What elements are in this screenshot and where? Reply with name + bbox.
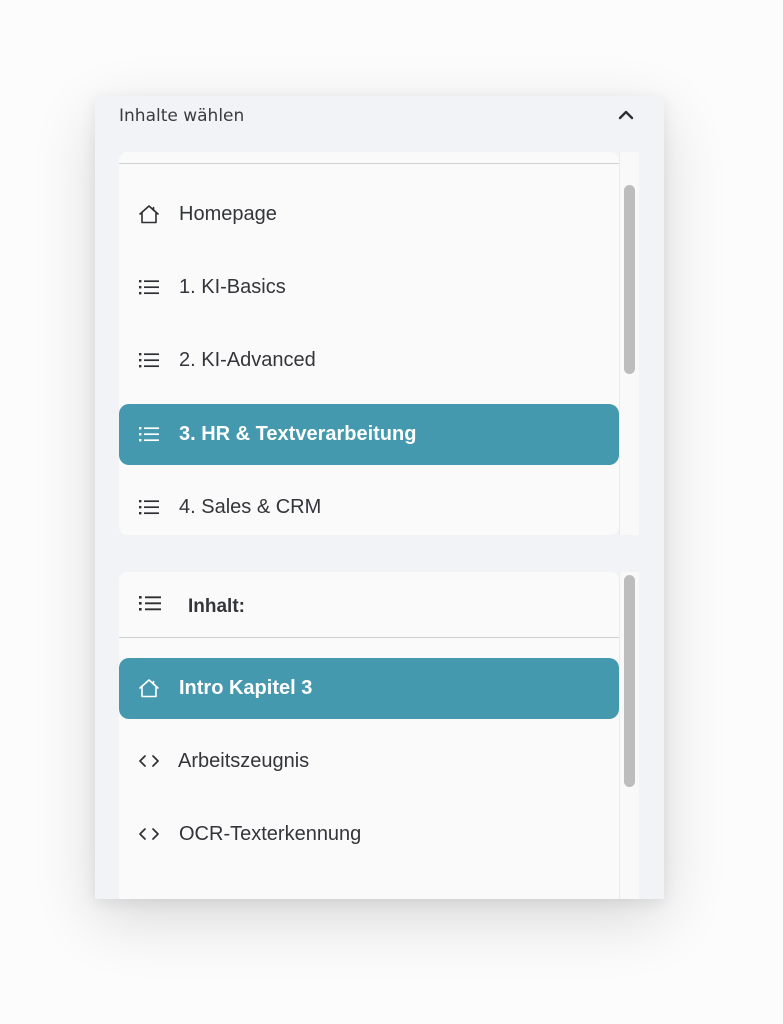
list-icon xyxy=(137,592,163,614)
nav-item-label: 1. KI-Basics xyxy=(179,276,286,298)
nav-item-label: 4. Sales & CRM xyxy=(179,496,322,518)
home-icon xyxy=(137,203,161,225)
nav-item-ki-basics[interactable]: 1. KI-Basics xyxy=(119,257,619,318)
content-item-label: OCR-Texterkennung xyxy=(179,823,362,845)
code-icon xyxy=(137,823,161,845)
list-icon xyxy=(137,423,161,445)
nav-item-label: 3. HR & Textverarbeitung xyxy=(179,423,417,445)
nav-item-label: 2. KI-Advanced xyxy=(179,349,316,371)
content-item-intro-kapitel-3[interactable]: Intro Kapitel 3 xyxy=(119,658,619,719)
contents-heading: Inhalt: xyxy=(119,572,619,636)
course-nav-scroll-thumb[interactable] xyxy=(624,185,635,374)
content-item-label: Arbeitszeugnis xyxy=(178,750,310,772)
nav-item-label: Homepage xyxy=(179,203,277,225)
divider xyxy=(119,163,619,164)
panel-header[interactable]: Inhalte wählen xyxy=(95,96,664,136)
contents-scroll-thumb[interactable] xyxy=(624,575,635,787)
panel-title: Inhalte wählen xyxy=(119,106,245,126)
nav-item-homepage[interactable]: Homepage xyxy=(119,184,619,245)
content-item-label: Intro Kapitel 3 xyxy=(179,677,313,699)
contents-list: Inhalt: Intro Kapitel 3 Arbeitszeugnis O… xyxy=(119,572,619,899)
course-nav-list: Homepage 1. KI-Basics 2. KI-Advanced 3. … xyxy=(119,152,619,535)
nav-item-hr-textverarbeitung[interactable]: 3. HR & Textverarbeitung xyxy=(119,404,619,465)
code-icon xyxy=(137,750,161,772)
chevron-up-icon xyxy=(618,110,634,120)
contents-heading-label: Inhalt: xyxy=(188,596,245,617)
content-selector-panel: Inhalte wählen Homepage 1. KI-Basics 2. … xyxy=(95,96,664,899)
content-item-ocr-texterkennung[interactable]: OCR-Texterkennung xyxy=(119,804,619,865)
content-item-arbeitszeugnis[interactable]: Arbeitszeugnis xyxy=(119,731,619,792)
list-icon xyxy=(137,276,161,298)
list-icon xyxy=(137,496,161,518)
collapse-button[interactable] xyxy=(615,104,637,126)
list-icon xyxy=(137,349,161,371)
divider xyxy=(119,637,619,638)
nav-item-sales-crm[interactable]: 4. Sales & CRM xyxy=(119,477,619,535)
home-icon xyxy=(137,677,161,699)
nav-item-ki-advanced[interactable]: 2. KI-Advanced xyxy=(119,330,619,391)
